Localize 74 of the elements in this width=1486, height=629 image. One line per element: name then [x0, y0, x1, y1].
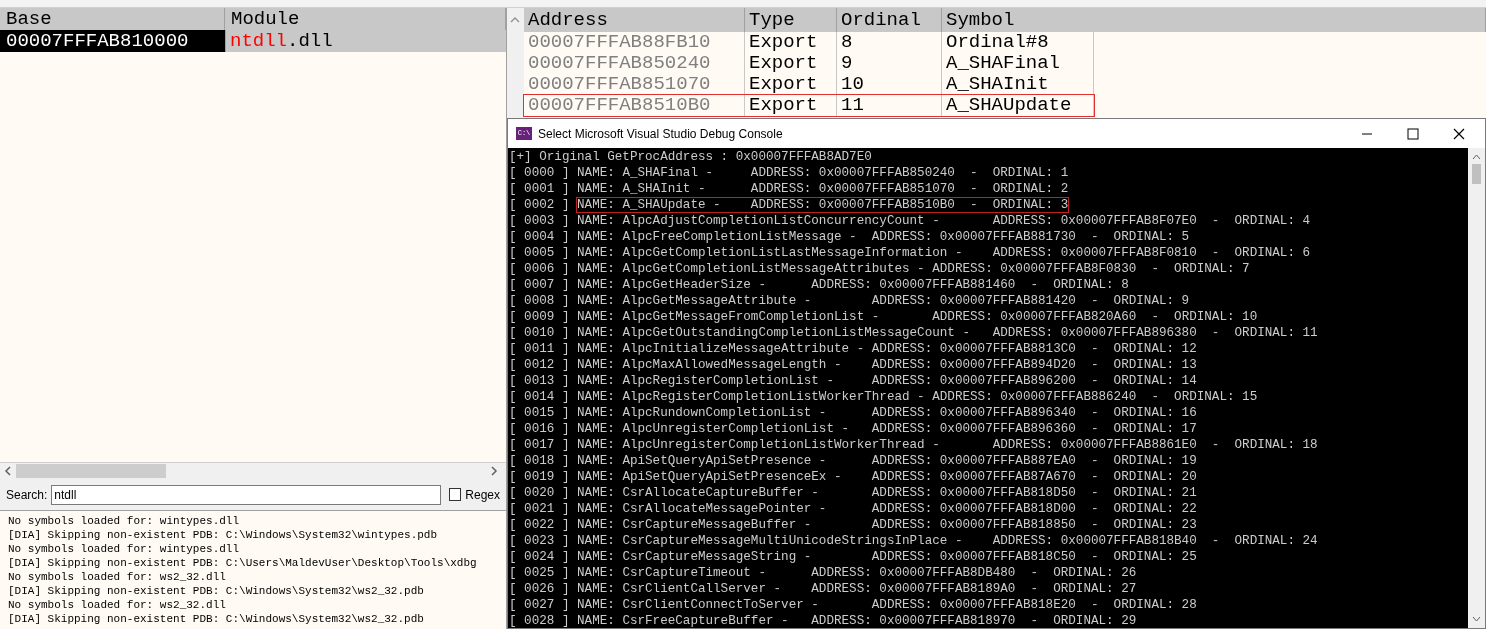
console-line: [ 0023 ] NAME: CsrCaptureMessageMultiUnicodeStringsInPlace - ADDRESS: 0x00007FFFAB818B40 - ORDINAL: 24 — [509, 533, 1319, 549]
log-line: [DIA] Skipping non-existent PDB: C:\Windows\System32\wintypes.pdb — [8, 528, 439, 542]
column-header[interactable]: Type — [745, 8, 837, 32]
console-line: [ 0000 ] NAME: A_SHAFinal - ADDRESS: 0x00007FFFAB850240 - ORDINAL: 1 — [509, 165, 1070, 181]
console-line: [ 0002 ] NAME: A_SHAUpdate - ADDRESS: 0x00007FFFAB8510B0 - ORDINAL: 3 — [509, 197, 1070, 213]
console-line: [ 0003 ] NAME: AlpcAdjustCompletionListConcurrencyCount - ADDRESS: 0x00007FFFAB8F07E0 - ORDINAL: 4 — [509, 213, 1312, 229]
console-line: [ 0021 ] NAME: CsrAllocateMessagePointer - ADDRESS: 0x00007FFFAB818D00 - ORDINAL: 22 — [509, 501, 1198, 517]
console-line: [ 0017 ] NAME: AlpcUnregisterCompletionListWorkerThread - ADDRESS: 0x00007FFFAB8861E0 - ORDINAL: 18 — [509, 437, 1319, 453]
close-icon[interactable] — [1453, 127, 1465, 140]
console-line: [ 0026 ] NAME: CsrClientCallServer - ADDRESS: 0x00007FFFAB8189A0 - ORDINAL: 27 — [509, 581, 1138, 597]
console-line: [ 0013 ] NAME: AlpcRegisterCompletionList - ADDRESS: 0x00007FFFAB896200 - ORDINAL: 14 — [509, 373, 1198, 389]
console-line: [ 0028 ] NAME: CsrFreeCaptureBuffer - ADDRESS: 0x00007FFFAB818970 - ORDINAL: 29 — [509, 613, 1138, 628]
console-line: [ 0027 ] NAME: CsrClientConnectToServer - ADDRESS: 0x00007FFFAB818E20 - ORDINAL: 28 — [509, 597, 1198, 613]
table-cell: 9 — [837, 53, 942, 74]
scroll-up-icon[interactable] — [1472, 154, 1481, 160]
table-cell: 00007FFFAB88FB10 — [524, 32, 745, 53]
regex-checkbox[interactable] — [448, 488, 462, 501]
table-cell: A_SHAInit — [942, 74, 1094, 95]
log-line: No symbols loaded for: wintypes.dll — [8, 542, 241, 556]
window-title: Select Microsoft Visual Studio Debug Console — [538, 125, 783, 143]
console-line: [ 0022 ] NAME: CsrCaptureMessageBuffer - ADDRESS: 0x00007FFFAB818850 - ORDINAL: 23 — [509, 517, 1198, 533]
table-cell: ntdll.dll — [225, 30, 506, 52]
console-line: [ 0008 ] NAME: AlpcGetMessageAttribute - ADDRESS: 0x00007FFFAB881420 - ORDINAL: 9 — [509, 293, 1191, 309]
console-line: [ 0025 ] NAME: CsrCaptureTimeout - ADDRESS: 0x00007FFFAB8DB480 - ORDINAL: 26 — [509, 565, 1138, 581]
column-header[interactable]: Address — [524, 8, 745, 32]
console-line: [ 0005 ] NAME: AlpcGetCompletionListLastMessageInformation - ADDRESS: 0x00007FFFAB8F0810 - ORDINAL: 6 — [509, 245, 1312, 261]
log-line: No symbols loaded for: ws2_32.dll — [8, 570, 227, 584]
scroll-up-icon[interactable] — [510, 16, 520, 24]
console-line: [ 0024 ] NAME: CsrCaptureMessageString - ADDRESS: 0x00007FFFAB818C50 - ORDINAL: 25 — [509, 549, 1198, 565]
table-cell: Ordinal#8 — [942, 32, 1094, 53]
table-cell: A_SHAUpdate — [942, 95, 1094, 116]
table-cell: 00007FFFAB851070 — [524, 74, 745, 95]
console-line: [+] Original GetProcAddress : 0x00007FFFAB8AD7E0 — [509, 149, 873, 165]
scroll-left-icon[interactable] — [4, 466, 12, 476]
console-line: [ 0011 ] NAME: AlpcInitializeMessageAttribute - ADDRESS: 0x00007FFFAB8813C0 - ORDINAL: 12 — [509, 341, 1198, 357]
maximize-icon[interactable] — [1407, 127, 1419, 140]
column-header[interactable]: Ordinal — [837, 8, 942, 32]
search-label: Search: — [6, 486, 48, 504]
scrollbar-thumb[interactable] — [16, 464, 166, 478]
scroll-down-icon[interactable] — [1472, 616, 1481, 622]
log-line: [DIA] Skipping non-existent PDB: C:\Windows\System32\ws2_32.pdb — [8, 584, 425, 598]
console-line: [ 0020 ] NAME: CsrAllocateCaptureBuffer - ADDRESS: 0x00007FFFAB818D50 - ORDINAL: 21 — [509, 485, 1198, 501]
console-line: [ 0019 ] NAME: ApiSetQueryApiSetPresenceEx - ADDRESS: 0x00007FFFAB87A670 - ORDINAL: 20 — [509, 469, 1198, 485]
console-line: [ 0004 ] NAME: AlpcFreeCompletionListMessage - ADDRESS: 0x00007FFFAB881730 - ORDINAL: 5 — [509, 229, 1191, 245]
regex-label: Regex — [465, 486, 500, 504]
console-line: [ 0006 ] NAME: AlpcGetCompletionListMessageAttributes - ADDRESS: 0x00007FFFAB8F0830 - ORDINAL: 7 — [509, 261, 1251, 277]
table-cell: 00007FFFAB8510B0 — [524, 95, 745, 116]
log-line: No symbols loaded for: wintypes.dll — [8, 514, 241, 528]
scrollbar-thumb[interactable] — [1472, 164, 1481, 184]
console-line: [ 0007 ] NAME: AlpcGetHeaderSize - ADDRESS: 0x00007FFFAB881460 - ORDINAL: 8 — [509, 277, 1130, 293]
table-cell: Export — [745, 74, 837, 95]
table-cell: A_SHAFinal — [942, 53, 1094, 74]
table-cell: Export — [745, 32, 837, 53]
table-cell: 8 — [837, 32, 942, 53]
table-cell: 00007FFFAB850240 — [524, 53, 745, 74]
log-line: No symbols loaded for: ws2_32.dll — [8, 598, 227, 612]
console-line: [ 0018 ] NAME: ApiSetQueryApiSetPresence - ADDRESS: 0x00007FFFAB887EA0 - ORDINAL: 19 — [509, 453, 1198, 469]
scroll-right-icon[interactable] — [490, 466, 498, 476]
log-line: [DIA] Skipping non-existent PDB: C:\Users\MaldevUser\Desktop\Tools\xdbg — [8, 556, 478, 570]
console-line: [ 0009 ] NAME: AlpcGetMessageFromCompletionList - ADDRESS: 0x00007FFFAB820A60 - ORDINAL: 10 — [509, 309, 1259, 325]
table-cell: Export — [745, 53, 837, 74]
console-line: [ 0015 ] NAME: AlpcRundownCompletionList - ADDRESS: 0x00007FFFAB896340 - ORDINAL: 16 — [509, 405, 1198, 421]
search-field[interactable]: ntdll — [51, 484, 441, 505]
table-cell: 11 — [837, 95, 942, 116]
console-line: [ 0016 ] NAME: AlpcUnregisterCompletionList - ADDRESS: 0x00007FFFAB896360 - ORDINAL: 17 — [509, 421, 1198, 437]
console-line: [ 0014 ] NAME: AlpcRegisterCompletionListWorkerThread - ADDRESS: 0x00007FFFAB886240 - ORDINAL: 15 — [509, 389, 1259, 405]
console-line: [ 0010 ] NAME: AlpcGetOutstandingCompletionListMessageCount - ADDRESS: 0x00007FFFAB896380 - ORDINAL: 11 — [509, 325, 1319, 341]
table-cell: 10 — [837, 74, 942, 95]
console-line: [ 0012 ] NAME: AlpcMaxAllowedMessageLength - ADDRESS: 0x00007FFFAB894D20 - ORDINAL: 13 — [509, 357, 1198, 373]
table-cell: 00007FFFAB810000 — [0, 30, 225, 52]
log-line: [DIA] Skipping non-existent PDB: C:\Windows\System32\ws2_32.pdb — [8, 612, 425, 626]
table-cell: Export — [745, 95, 837, 116]
console-line: [ 0001 ] NAME: A_SHAInit - ADDRESS: 0x00007FFFAB851070 - ORDINAL: 2 — [509, 181, 1070, 197]
column-header[interactable]: Symbol — [942, 8, 1486, 32]
